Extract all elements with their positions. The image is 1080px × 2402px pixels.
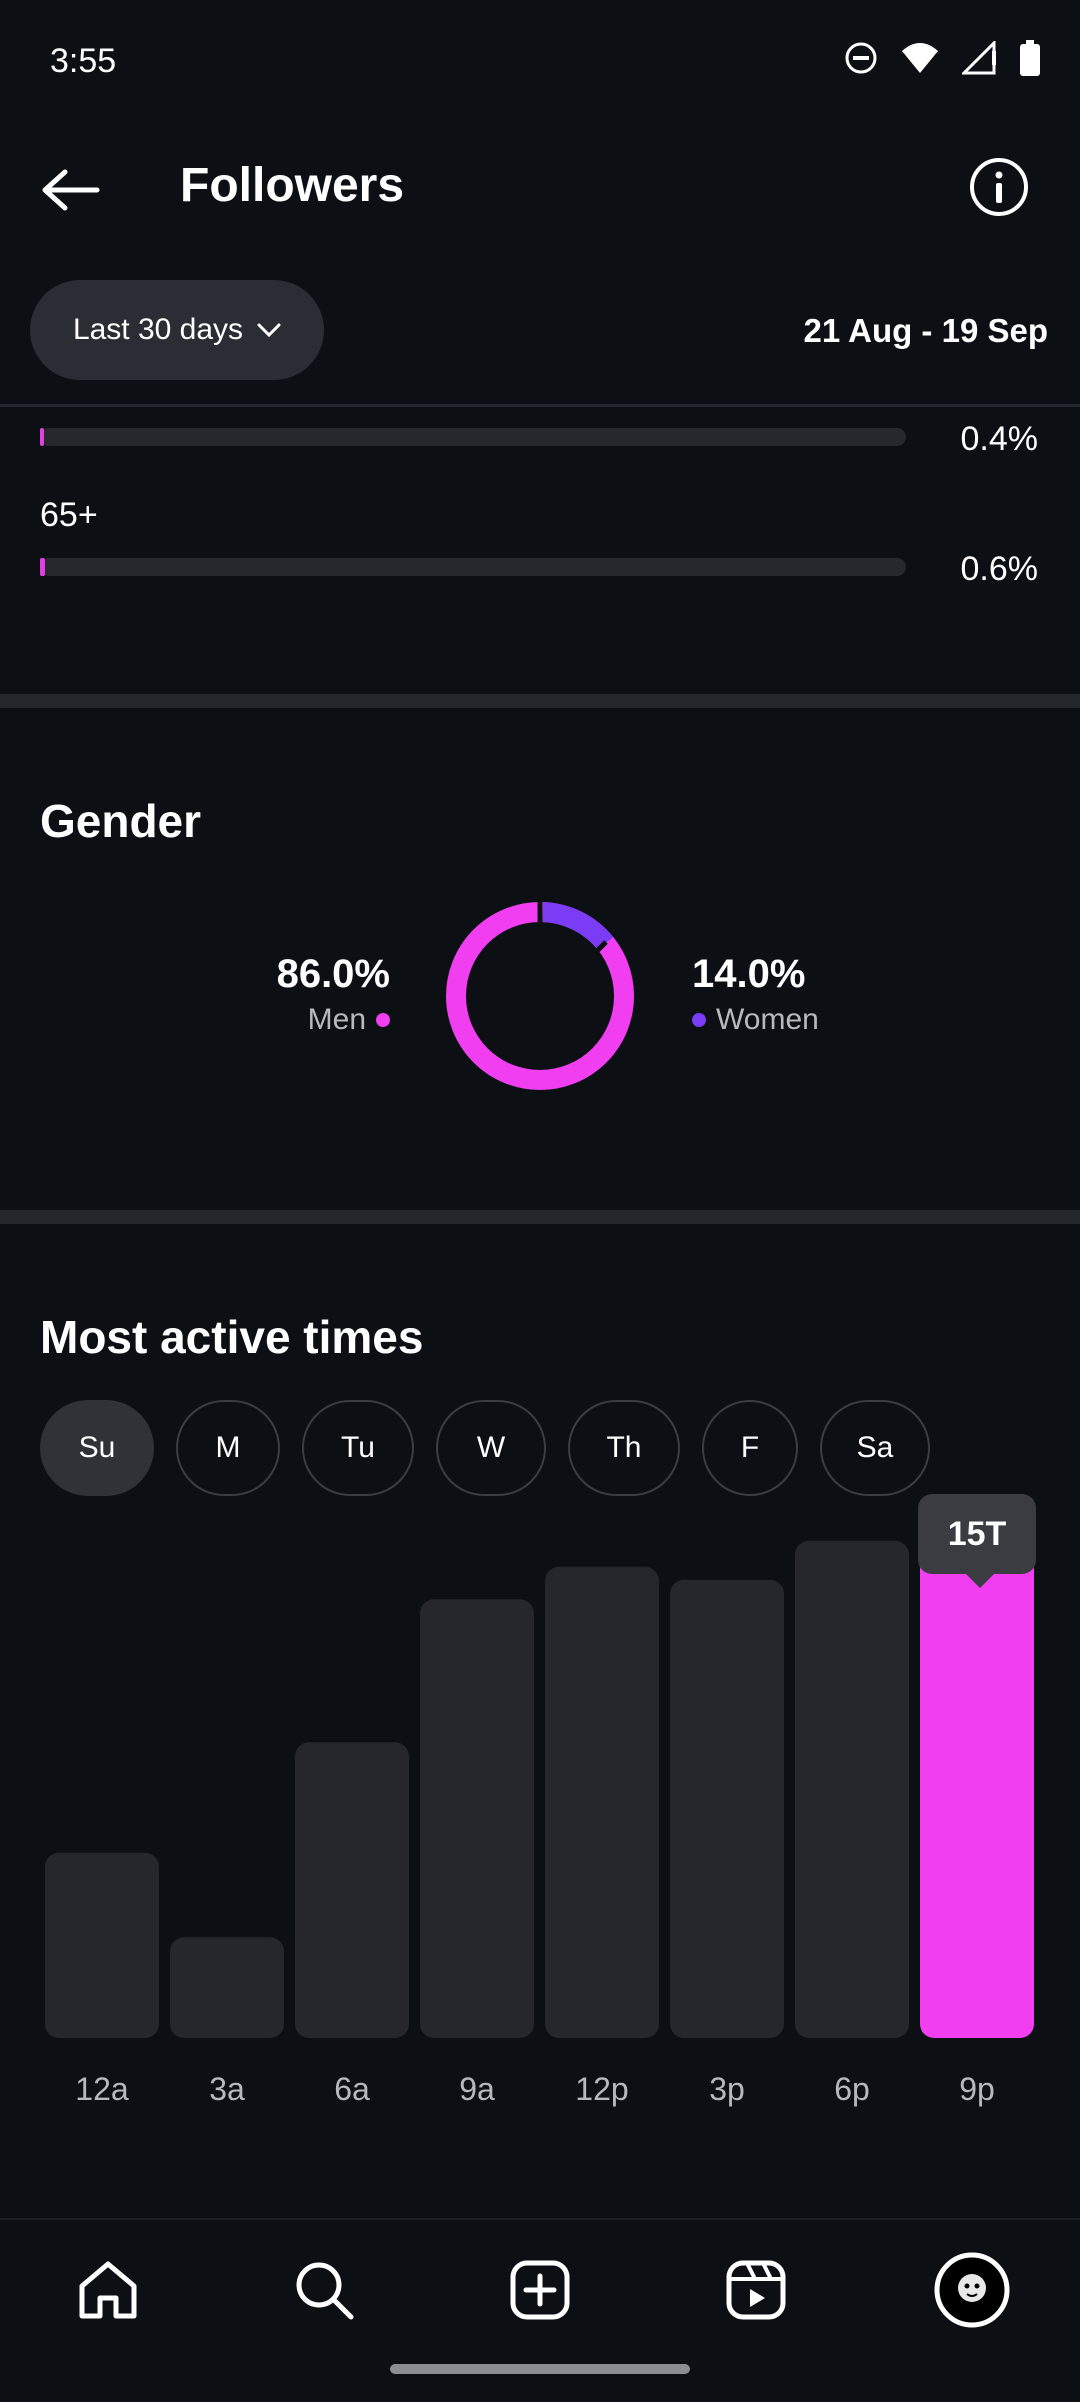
age-bar-track <box>40 558 906 576</box>
chevron-down-icon <box>257 323 281 338</box>
battery-icon <box>1020 40 1040 76</box>
age-percent: 0.4% <box>960 420 1039 458</box>
men-label: Men <box>307 1003 366 1036</box>
day-selector: Su M Tu W Th F Sa <box>40 1400 930 1496</box>
nav-home[interactable] <box>68 2250 148 2330</box>
chart-tick-label: 12a <box>75 2071 129 2107</box>
chart-bar[interactable] <box>795 1540 909 2038</box>
women-percent: 14.0% <box>692 952 806 996</box>
info-icon <box>970 158 1028 216</box>
day-pill-w[interactable]: W <box>436 1400 546 1496</box>
men-legend: Men <box>277 1003 390 1037</box>
men-dot <box>376 1013 390 1027</box>
bottom-nav <box>0 2218 1080 2402</box>
chart-tick-label: 9p <box>959 2071 995 2107</box>
age-label: 65+ <box>40 496 98 534</box>
search-icon <box>296 2262 354 2320</box>
day-label: Th <box>606 1431 642 1464</box>
gender-women-stat: 14.0% Women <box>692 952 819 1037</box>
tooltip-pointer <box>966 1574 994 1588</box>
day-pill-th[interactable]: Th <box>568 1400 680 1496</box>
nav-reels[interactable] <box>716 2250 796 2330</box>
app-header: Followers <box>0 140 1080 240</box>
active-times-title: Most active times <box>40 1311 424 1363</box>
day-pill-f[interactable]: F <box>702 1400 798 1496</box>
chart-bar[interactable] <box>45 1852 159 2038</box>
chart-bar[interactable] <box>670 1579 784 2038</box>
chart-tick-label: 6a <box>334 2071 370 2107</box>
day-pill-tu[interactable]: Tu <box>302 1400 414 1496</box>
do-not-disturb-icon <box>845 42 877 74</box>
home-indicator <box>390 2364 690 2374</box>
reels-icon <box>726 2260 786 2320</box>
chart-bar[interactable] <box>170 1937 284 2038</box>
gender-donut-chart <box>446 902 634 1090</box>
section-divider <box>0 1210 1080 1224</box>
age-percent: 0.6% <box>960 550 1039 588</box>
women-legend: Women <box>692 1003 819 1037</box>
day-label: W <box>476 1431 506 1464</box>
day-label: M <box>215 1431 241 1464</box>
women-dot <box>692 1013 706 1027</box>
status-bar: 3:55 <box>0 0 1080 120</box>
age-bar-fill <box>40 428 44 446</box>
day-label: Tu <box>341 1431 375 1464</box>
chart-tick-label: 3a <box>209 2071 245 2107</box>
date-range-text: 21 Aug - 19 Sep <box>803 312 1048 349</box>
day-pill-su[interactable]: Su <box>40 1400 154 1496</box>
section-divider <box>0 694 1080 708</box>
cell-signal-icon <box>962 41 996 75</box>
header-divider <box>0 404 1080 407</box>
profile-avatar <box>934 2252 1010 2328</box>
chart-bar[interactable] <box>295 1742 409 2038</box>
chart-bar[interactable] <box>920 1550 1034 2039</box>
create-icon <box>510 2260 570 2320</box>
wifi-icon <box>902 43 938 73</box>
page-title: Followers <box>180 159 405 212</box>
date-range-dropdown-label: Last 30 days <box>72 313 244 346</box>
day-pill-m[interactable]: M <box>176 1400 280 1496</box>
day-label: F <box>740 1431 760 1464</box>
bar-tooltip: 15T <box>918 1494 1036 1574</box>
gender-title: Gender <box>40 795 202 847</box>
status-icons <box>844 40 1040 76</box>
home-icon <box>79 2261 137 2319</box>
chart-bar[interactable] <box>420 1599 534 2038</box>
nav-search[interactable] <box>284 2250 364 2330</box>
info-button[interactable] <box>968 156 1030 218</box>
chart-bar[interactable] <box>545 1566 659 2038</box>
chart-tick-label: 3p <box>709 2071 745 2107</box>
nav-profile[interactable] <box>932 2250 1012 2330</box>
date-range-dropdown[interactable]: Last 30 days <box>30 280 324 380</box>
women-label: Women <box>716 1003 819 1036</box>
day-pill-sa[interactable]: Sa <box>820 1400 930 1496</box>
filter-row: Last 30 days 21 Aug - 19 Sep <box>0 280 1080 380</box>
back-arrow-icon <box>42 169 100 211</box>
age-bar-track <box>40 428 906 446</box>
chart-tick-label: 6p <box>834 2071 870 2107</box>
back-button[interactable] <box>36 160 106 220</box>
men-percent: 86.0% <box>276 952 390 996</box>
day-label: Su <box>78 1431 116 1464</box>
chart-tick-label: 9a <box>459 2071 495 2107</box>
chart-tick-label: 12p <box>575 2071 628 2107</box>
day-label: Sa <box>856 1431 894 1464</box>
status-time: 3:55 <box>50 42 117 80</box>
active-times-chart: 12a 3a 6a 9a 12p 3p 6p 9p <box>45 1540 1034 2107</box>
nav-create[interactable] <box>500 2250 580 2330</box>
gender-men-stat: 86.0% Men <box>277 952 390 1037</box>
age-bar-fill <box>40 558 45 576</box>
